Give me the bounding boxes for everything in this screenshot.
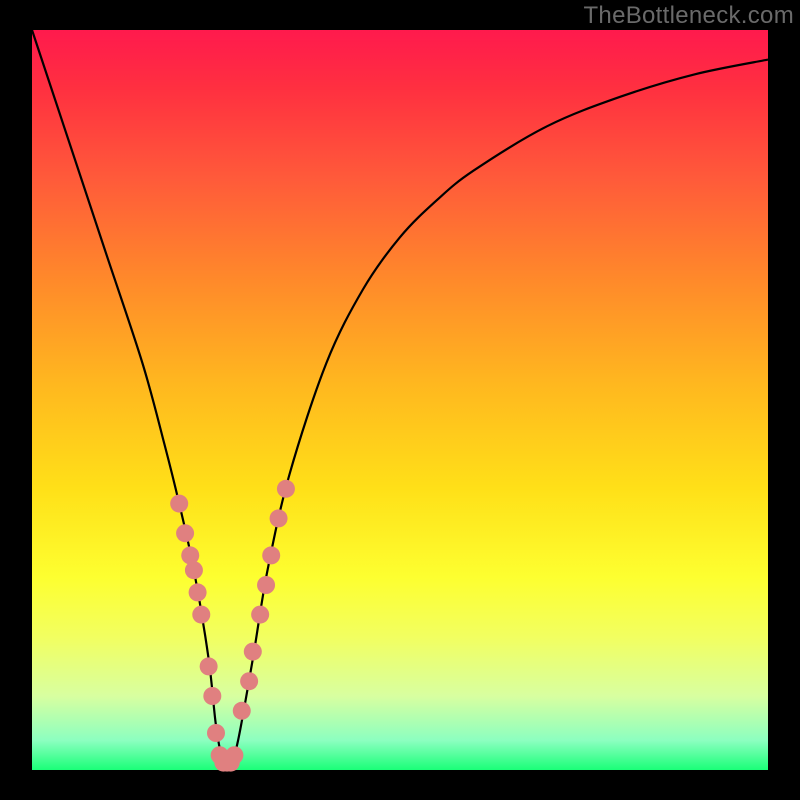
curve-layer (32, 30, 768, 766)
marker-dot (270, 509, 288, 527)
marker-points (170, 480, 295, 772)
marker-dot (251, 606, 269, 624)
marker-dot (207, 724, 225, 742)
marker-dot (277, 480, 295, 498)
chart-svg (0, 0, 800, 800)
marker-dot (233, 702, 251, 720)
marker-dot (240, 672, 258, 690)
marker-dot (203, 687, 221, 705)
marker-dot (189, 583, 207, 601)
marker-dot (176, 524, 194, 542)
marker-dot (170, 495, 188, 513)
marker-dot (185, 561, 203, 579)
marker-dot (200, 657, 218, 675)
marker-dot (192, 606, 210, 624)
marker-dot (225, 746, 243, 764)
marker-dot (257, 576, 275, 594)
marker-dot (244, 643, 262, 661)
marker-dot (262, 546, 280, 564)
bottleneck-curve (32, 30, 768, 766)
